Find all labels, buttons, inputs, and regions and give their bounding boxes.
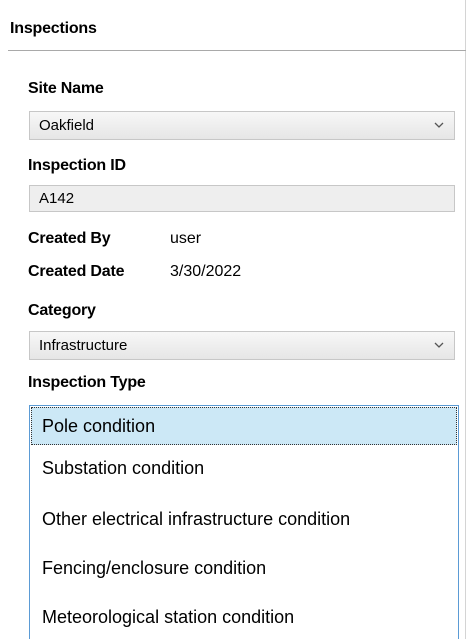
created-date-value: 3/30/2022: [170, 263, 242, 280]
site-name-value: Oakfield: [39, 117, 95, 134]
chevron-down-icon: [434, 342, 444, 348]
list-item[interactable]: Fencing/enclosure condition: [31, 550, 457, 588]
inspection-id-label: Inspection ID: [28, 157, 126, 174]
list-item[interactable]: Other electrical infrastructure conditio…: [31, 501, 457, 539]
category-value: Infrastructure: [39, 337, 128, 354]
category-label: Category: [28, 302, 96, 319]
list-item[interactable]: Substation condition: [31, 450, 457, 488]
list-item[interactable]: Pole condition: [31, 407, 457, 445]
site-name-dropdown[interactable]: Oakfield: [29, 111, 455, 140]
inspection-id-value: A142: [39, 190, 75, 207]
inspections-panel: Inspections Site Name Oakfield Inspectio…: [0, 0, 466, 639]
created-by-value: user: [170, 230, 202, 247]
header-divider: [8, 50, 466, 51]
panel-title: Inspections: [10, 20, 97, 37]
chevron-down-icon: [434, 122, 444, 128]
created-date-label: Created Date: [28, 263, 125, 280]
inspection-id-field[interactable]: A142: [29, 185, 455, 212]
category-dropdown[interactable]: Infrastructure: [29, 331, 455, 360]
site-name-label: Site Name: [28, 80, 104, 97]
created-by-label: Created By: [28, 230, 111, 247]
list-item[interactable]: Meteorological station condition: [31, 599, 457, 637]
inspection-type-label: Inspection Type: [28, 374, 146, 391]
inspection-type-list[interactable]: Pole condition Substation condition Othe…: [29, 405, 459, 639]
